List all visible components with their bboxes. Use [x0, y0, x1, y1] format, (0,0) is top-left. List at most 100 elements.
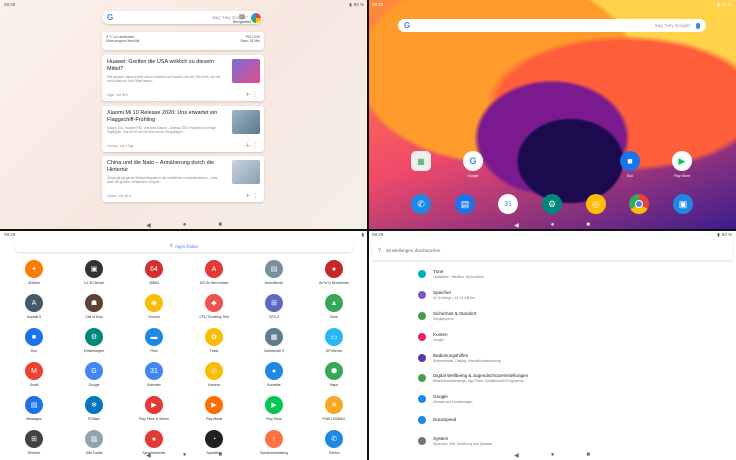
app-tile[interactable]: A Asphalt 9 [4, 292, 64, 324]
app-tile[interactable]: ◆ CPU Throttling Test [184, 292, 244, 324]
app-tile[interactable]: A AiTuTu Benchmark [184, 258, 244, 290]
app-icon: ▲ [325, 294, 343, 312]
app-label: PUBG MOBILE [322, 417, 346, 421]
app-tile[interactable]: ⊞ CPU-Z [244, 292, 304, 324]
app-tile[interactable]: ❄ PCMark [64, 394, 124, 426]
back-icon[interactable]: ◀ [514, 222, 519, 229]
settings-item[interactable]: System Sprachen, Zeit, Sicherung und Upda… [418, 430, 718, 451]
settings-item-title: Bedienungshilfen [433, 352, 469, 358]
settings-item-title: Töne [433, 269, 444, 275]
recents-icon[interactable]: ■ [586, 222, 590, 228]
duo-icon[interactable]: ■ [620, 151, 640, 171]
settings-search-bar[interactable]: ⚲ Einstellungen durchsuchen [372, 240, 732, 260]
navigation-bar: ◀ ● ■ [0, 450, 368, 460]
app-tile[interactable]: 31 Kalender [124, 360, 184, 392]
app-label: Play Filme & Serien [139, 417, 169, 421]
settings-item-subtitle: Dienste und Einstellungen [433, 400, 473, 405]
settings-icon[interactable]: ⚙ [542, 194, 562, 214]
weather-card[interactable]: 3 °C in Landkaiser Überwiegend bewölkt P… [102, 32, 264, 50]
app-tile[interactable]: ◉ Chrome [124, 292, 184, 324]
app-tile[interactable]: ▤ Messages [4, 394, 64, 426]
news-card[interactable]: Huawei: Greifen die USA wirklich zu dies… [102, 55, 264, 101]
news-card[interactable]: China und die Nato – Annäherung durch di… [102, 156, 264, 202]
news-thumbnail [232, 110, 260, 134]
home-icon[interactable]: ● [183, 452, 187, 458]
card-actions[interactable]: ＋ ⋮ [245, 142, 258, 149]
settings-item[interactable]: Google Dienste und Einstellungen [418, 389, 718, 410]
app-tile[interactable]: ✕ PUBG MOBILE [304, 394, 364, 426]
recents-icon[interactable]: ■ [218, 452, 222, 458]
app-tile[interactable]: ✿ Fotos [184, 326, 244, 358]
settings-item[interactable]: Digital Wellbeing & Jugendschutzeinstell… [418, 368, 718, 389]
app-tile[interactable]: ☗ Call of Duty [64, 292, 124, 324]
settings-item-title: DuraSpeed [433, 416, 457, 422]
search-placeholder: Sag "Hey Google" [654, 23, 691, 28]
chrome-icon[interactable] [629, 194, 649, 214]
photos-icon[interactable]: ▣ [673, 194, 693, 214]
settings-item[interactable]: Sicherheit & Standort Displaysperre [418, 306, 718, 327]
home-icon[interactable]: ● [183, 222, 187, 228]
battery-icon: ▮ [361, 231, 364, 237]
settings-item[interactable]: DuraSpeed [418, 410, 718, 431]
app-tile[interactable]: ▲ Drive [304, 292, 364, 324]
google-search-bar[interactable]: G Sag "Hey Google" [398, 19, 706, 32]
home-icon[interactable]: ● [551, 222, 555, 228]
back-icon[interactable]: ◀ [146, 452, 151, 459]
phone-icon[interactable]: ✆ [411, 194, 431, 214]
app-tile[interactable]: ▭ GFXBench [304, 326, 364, 358]
mic-icon[interactable] [696, 22, 700, 29]
app-label: 3DB64 [148, 281, 160, 285]
storage-icon [418, 291, 426, 300]
google-icon[interactable]: G [463, 151, 483, 171]
status-bar: 09:29 ▮ 94 % [368, 0, 736, 9]
app-tile[interactable]: ✦ 3DMark [4, 258, 64, 290]
card-actions[interactable]: ＋ ⋮ [245, 192, 258, 199]
app-tile[interactable]: ▶ Play Store [244, 394, 304, 426]
messages-icon[interactable]: ▤ [455, 194, 475, 214]
home-icon[interactable]: ● [551, 452, 555, 458]
app-tile[interactable]: 64 3DB64 [124, 258, 184, 290]
app-tile[interactable]: ⬢ Maps [304, 360, 364, 392]
app-tile[interactable]: ▬ Files [124, 326, 184, 358]
app-icon: ● [325, 260, 343, 278]
status-time: 09:29 [372, 2, 384, 7]
app-tile[interactable]: ● AnTuTu Benchmark [304, 258, 364, 290]
app-tile[interactable]: M Gmail [4, 360, 64, 392]
app-tile[interactable]: G Google [64, 360, 124, 392]
app-search-bar[interactable]: ⚲ Apps finden [14, 240, 354, 252]
settings-item[interactable]: Bedienungshilfen Screenreader, Display, I… [418, 347, 718, 368]
settings-item[interactable]: Speicher 31 % belegt – 44,74 GB frei [418, 285, 718, 306]
app-tile[interactable]: ⚙ Einstellungen [64, 326, 124, 358]
news-button[interactable]: ▤ Neuigkeiten [232, 13, 252, 24]
settings-item-title: Google [433, 394, 448, 400]
app-icon: ◆ [205, 294, 223, 312]
app-tile[interactable]: ▣ 3.1 3D Bench [64, 258, 124, 290]
settings-item[interactable]: Töne Lautstärke, Vibration, Nicht stören [418, 264, 718, 285]
app-label: Drive [330, 315, 338, 319]
play-store-icon[interactable]: ▶ [672, 151, 692, 171]
recents-icon[interactable]: ■ [218, 222, 222, 228]
camera-icon[interactable]: ◎ [586, 194, 606, 214]
news-card[interactable]: Xiaomi Mi 10 Release 2020: Uns erwartet … [102, 106, 264, 152]
recents-icon[interactable]: ■ [586, 452, 590, 458]
news-snippet: Galaxy S11, Huawei P40, und jetzt Xiaomi… [107, 126, 216, 134]
app-tile[interactable]: ● Kontakte [244, 360, 304, 392]
card-actions[interactable]: ＋ ⋮ [245, 91, 258, 98]
settings-item[interactable]: Konten Google [418, 326, 718, 347]
account-avatar[interactable] [251, 13, 261, 23]
app-icon: 64 [145, 260, 163, 278]
app-label: Duo [626, 174, 634, 178]
status-bar: 09:29 ▮ [0, 230, 368, 239]
folder-icon[interactable]: ▦ [411, 151, 431, 171]
app-tile[interactable]: ◎ Kamera [184, 360, 244, 392]
app-tile[interactable]: ▶ Play Musik [184, 394, 244, 426]
app-tile[interactable]: ▶ Play Filme & Serien [124, 394, 184, 426]
back-icon[interactable]: ◀ [514, 452, 519, 459]
sound-icon [418, 270, 426, 279]
battery-level: 93 % [721, 232, 732, 237]
app-tile[interactable]: ▦ Geekbench 5 [244, 326, 304, 358]
back-icon[interactable]: ◀ [146, 222, 151, 229]
app-tile[interactable]: ■ Duo [4, 326, 64, 358]
app-tile[interactable]: ▤ AndroBench [244, 258, 304, 290]
calendar-icon[interactable]: 31 [498, 194, 518, 214]
